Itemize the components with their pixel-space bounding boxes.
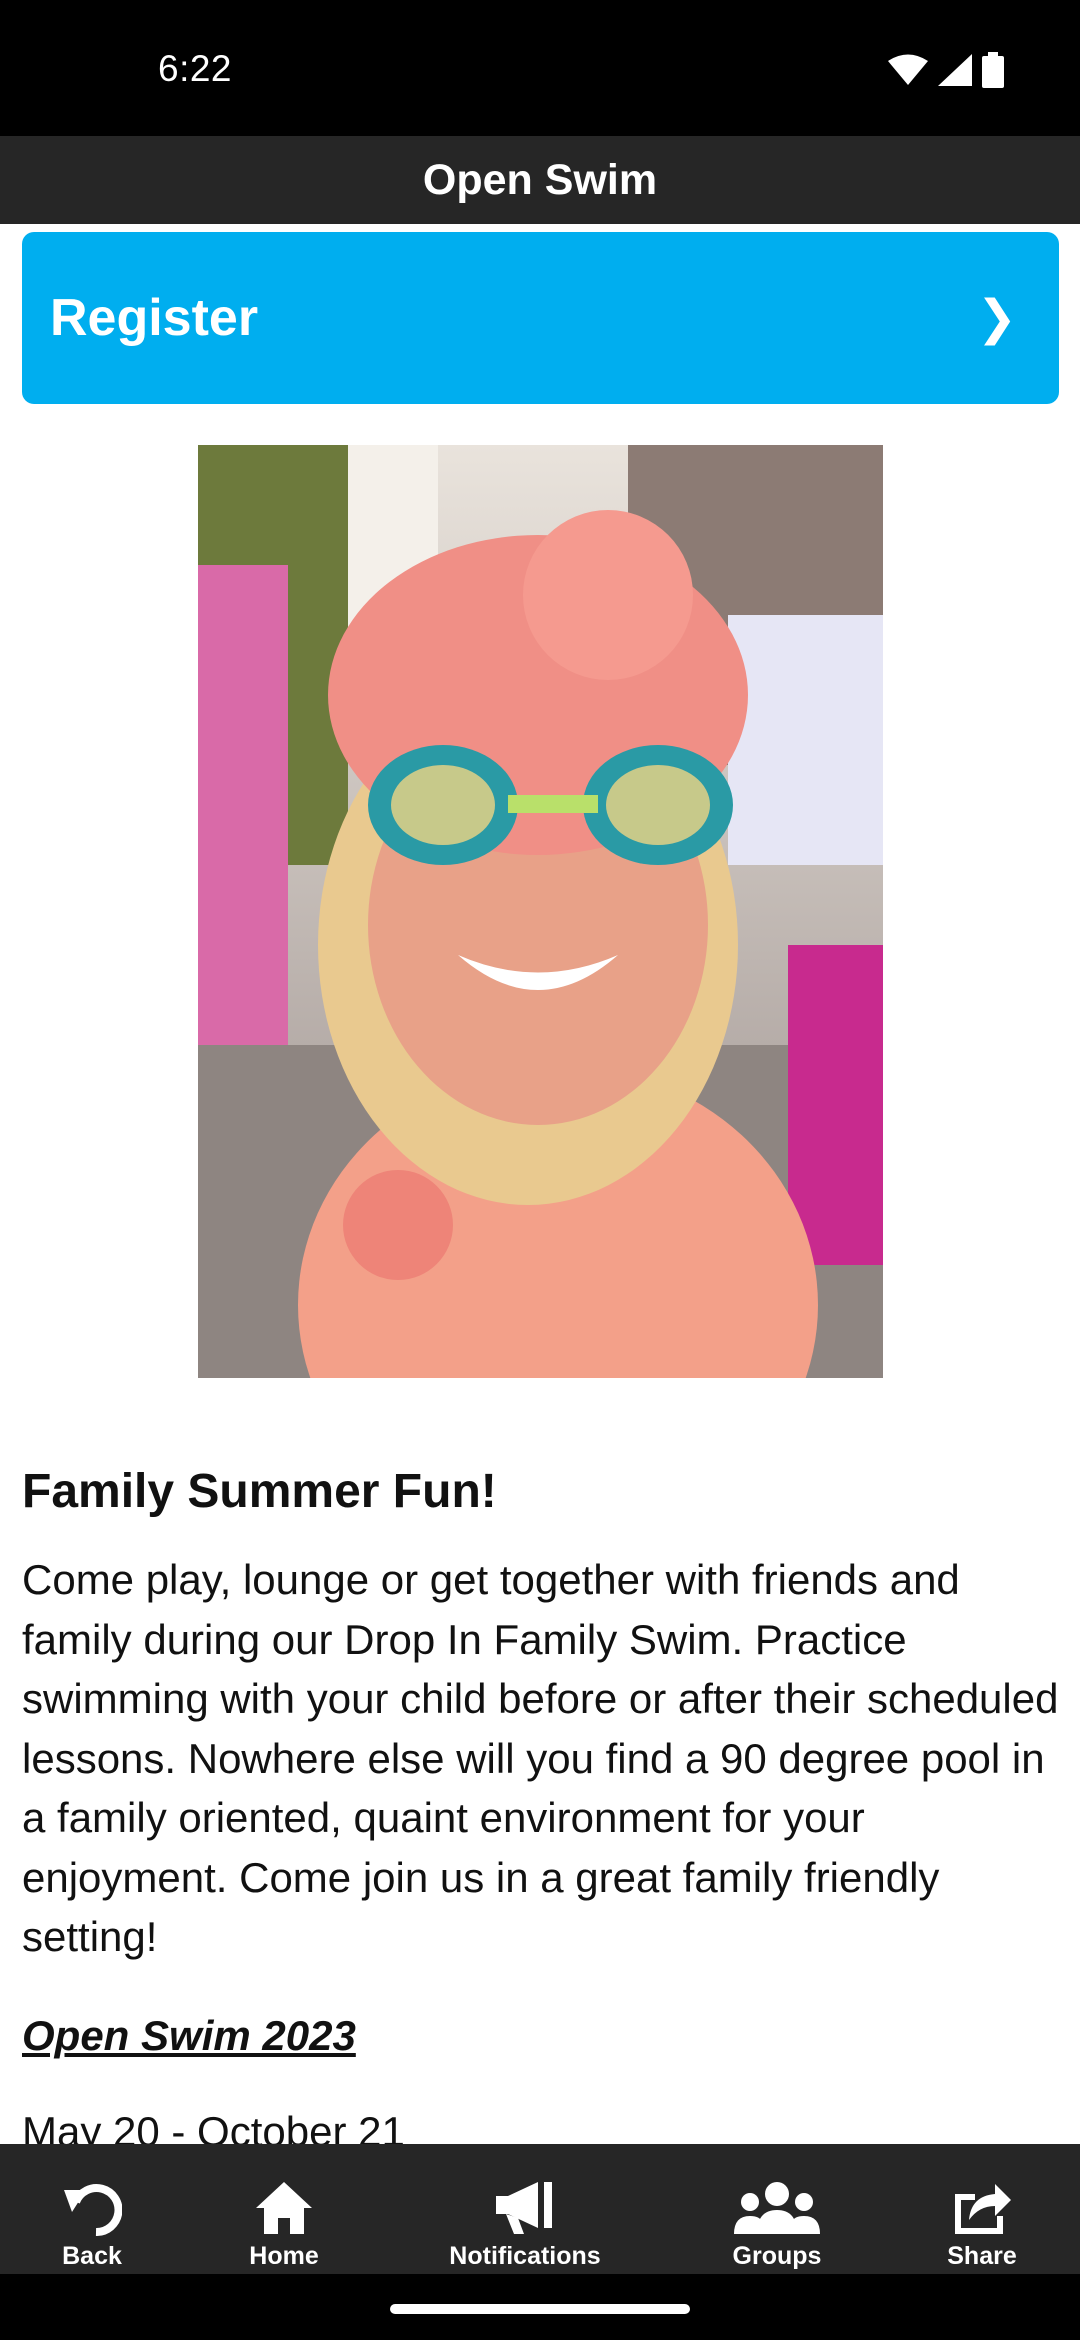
child-swim-photo xyxy=(198,445,883,1378)
wifi-icon xyxy=(888,54,928,91)
season-dates: May 20 - October 21 xyxy=(22,2108,405,2144)
system-nav-bar xyxy=(0,2274,1080,2340)
article-body: Come play, lounge or get together with f… xyxy=(22,1556,1059,1960)
home-icon xyxy=(254,2164,314,2236)
tab-notifications-label: Notifications xyxy=(449,2242,601,2270)
bottom-tab-bar: Back Home Notifications Groups Share xyxy=(0,2144,1080,2274)
tab-groups[interactable]: Groups xyxy=(712,2144,842,2274)
tab-back-label: Back xyxy=(62,2242,122,2270)
tab-share[interactable]: Share xyxy=(922,2144,1042,2274)
tab-groups-label: Groups xyxy=(732,2242,822,2270)
battery-icon xyxy=(982,52,1004,93)
tab-share-label: Share xyxy=(947,2242,1017,2270)
status-time: 6:22 xyxy=(158,48,233,89)
page-title: Open Swim xyxy=(422,155,658,204)
tab-notifications[interactable]: Notifications xyxy=(430,2144,620,2274)
season-heading: Open Swim 2023 xyxy=(22,2012,356,2059)
share-icon xyxy=(951,2164,1013,2236)
chevron-right-icon: ❯ xyxy=(976,292,1017,345)
title-bar: Open Swim xyxy=(0,136,1080,224)
megaphone-icon xyxy=(494,2164,556,2236)
register-label: Register xyxy=(50,289,259,347)
status-icons xyxy=(888,52,1004,93)
status-bar: 6:22 xyxy=(0,0,1080,136)
article-heading: Family Summer Fun! xyxy=(22,1465,497,1518)
cell-signal-icon xyxy=(938,54,972,91)
tab-back[interactable]: Back xyxy=(30,2144,154,2274)
home-indicator[interactable] xyxy=(390,2304,690,2314)
groups-icon xyxy=(732,2164,822,2236)
event-photo xyxy=(198,445,883,1378)
register-button[interactable]: Register ❯ xyxy=(22,232,1059,404)
content-area[interactable]: Register ❯ Family Summer Fun! Come play,… xyxy=(0,224,1080,2144)
back-arrow-icon xyxy=(62,2164,122,2236)
tab-home-label: Home xyxy=(249,2242,319,2270)
tab-home[interactable]: Home xyxy=(222,2144,346,2274)
